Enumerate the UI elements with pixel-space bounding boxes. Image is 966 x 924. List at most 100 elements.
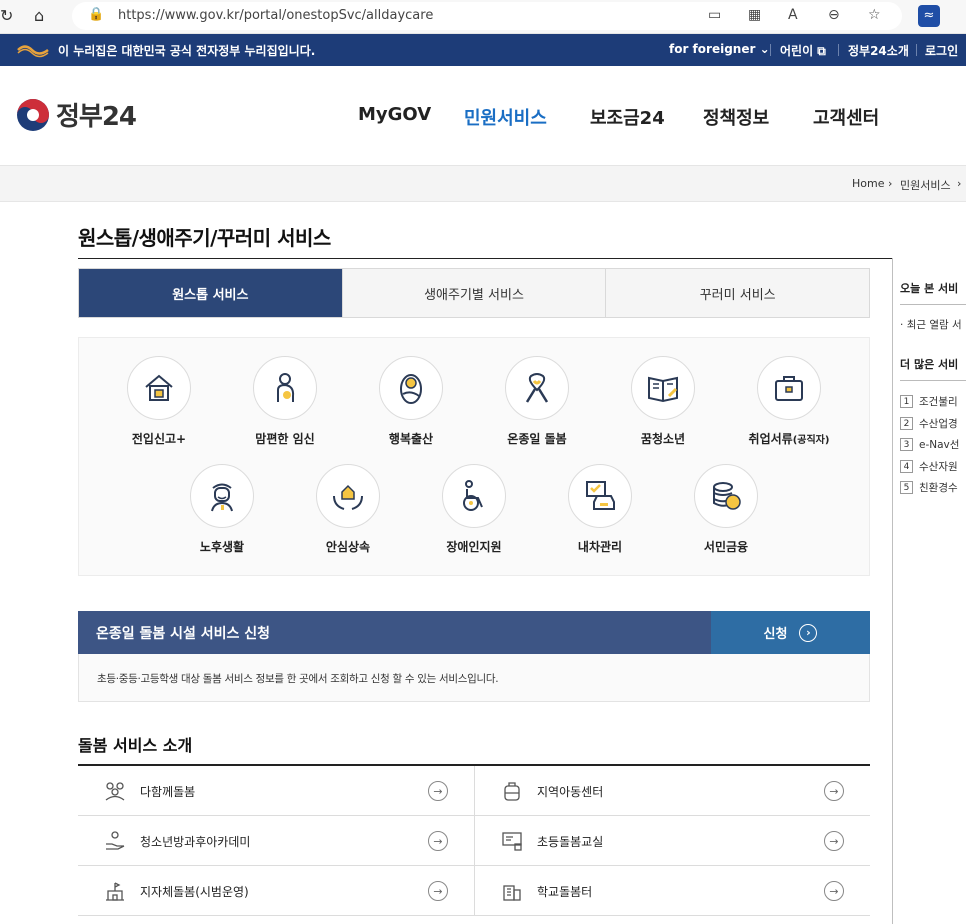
breadcrumb-home[interactable]: Home xyxy=(852,177,884,190)
url-text[interactable]: https://www.gov.kr/portal/onestopSvc/all… xyxy=(118,8,433,23)
recent-viewed-link[interactable]: · 최근 열람 서 xyxy=(900,317,966,332)
arrow-right-icon[interactable]: → xyxy=(824,781,844,801)
list-item-label: 수산업경 xyxy=(919,417,958,430)
favorite-star-icon[interactable]: ☆ xyxy=(868,7,881,23)
refresh-icon[interactable]: ↻ xyxy=(0,6,13,25)
service-move-in-report[interactable]: 전입신고+ xyxy=(99,356,219,447)
taegeuk-icon xyxy=(17,98,49,131)
more-services-title: 더 많은 서비 xyxy=(900,358,959,371)
sidebar-divider xyxy=(892,258,893,924)
rank-badge: 1 xyxy=(900,395,913,409)
service-childbirth[interactable]: 행복출산 xyxy=(351,356,471,447)
kids-label: 어린이 xyxy=(780,44,814,58)
list-item-label: 수산자원 xyxy=(919,460,958,473)
right-sidebar: 오늘 본 서비 · 최근 열람 서 더 많은 서비 1 조건불리 2 수산업경 3e… xyxy=(900,270,966,499)
app-available-icon[interactable]: ▭ xyxy=(708,7,721,23)
hand-icon xyxy=(106,831,125,850)
care-item-local-gov-care[interactable]: 지자체돌봄(시범운영) → xyxy=(78,866,474,916)
lock-icon[interactable]: 🔒 xyxy=(88,7,104,22)
service-pregnancy[interactable]: 맘편한 임신 xyxy=(225,356,345,447)
service-label: 전입신고+ xyxy=(131,432,187,446)
zoom-out-icon[interactable]: ⊖ xyxy=(828,7,840,23)
site-header: 정부24 MyGOV 민원서비스 보조금24 정책정보 고객센터 xyxy=(0,66,966,166)
arrow-right-icon[interactable]: → xyxy=(428,831,448,851)
service-tabs: 원스톱 서비스 생애주기별 서비스 꾸러미 서비스 xyxy=(78,268,870,318)
service-car-management[interactable]: 내차관리 xyxy=(540,464,660,555)
gov-official-banner: 이 누리집은 대한민국 공식 전자정부 누리집입니다. for foreigne… xyxy=(0,34,966,66)
care-item-together[interactable]: 다함께돌봄 → xyxy=(78,766,474,816)
arrow-right-icon[interactable]: → xyxy=(824,881,844,901)
service-disability-support[interactable]: 장애인지원 xyxy=(414,464,534,555)
apply-description-text: 초등·중등·고등학생 대상 돌봄 서비스 정보를 한 곳에서 조회하고 신청 할… xyxy=(97,673,499,685)
address-bar[interactable]: 🔒 https://www.gov.kr/portal/onestopSvc/a… xyxy=(72,2,902,30)
arrow-right-icon[interactable]: → xyxy=(428,781,448,801)
people-icon xyxy=(105,782,125,801)
care-item-label: 다함께돌봄 xyxy=(140,785,196,799)
service-allday-care[interactable]: 온종일 돌봄 xyxy=(477,356,597,447)
nav-mygov[interactable]: MyGOV xyxy=(358,104,431,125)
list-item[interactable]: 5 친환경수 xyxy=(900,477,966,499)
service-retirement[interactable]: 노후생활 xyxy=(162,464,282,555)
nav-civil-service[interactable]: 민원서비스 xyxy=(464,104,547,130)
care-service-list: 다함께돌봄 → 지역아동센터 → 청소년방과후아카데미 → 초등돌봄교실 → 지… xyxy=(78,764,870,916)
service-inheritance[interactable]: 안심상속 xyxy=(288,464,408,555)
service-label: 내차관리 xyxy=(577,540,623,554)
apply-button[interactable]: 신청 › xyxy=(711,611,870,654)
tab-lifecycle[interactable]: 생애주기별 서비스 xyxy=(341,269,606,317)
breadcrumb-separator-icon: › xyxy=(888,177,893,190)
service-youth[interactable]: 꿈청소년 xyxy=(603,356,723,447)
list-item[interactable]: 3 e-Nav선 xyxy=(900,434,966,456)
service-label: 취업서류(공직자) xyxy=(729,430,849,447)
nav-policy-info[interactable]: 정책정보 xyxy=(703,104,769,130)
nav-subsidy24[interactable]: 보조금24 xyxy=(590,104,665,130)
service-employment-docs[interactable]: 취업서류(공직자) xyxy=(729,356,849,447)
tab-onestop[interactable]: 원스톱 서비스 xyxy=(79,269,342,317)
about-link[interactable]: 정부24소개 xyxy=(848,42,909,59)
page-title: 원스톱/생애주기/꾸러미 서비스 xyxy=(78,226,331,250)
service-label: 온종일 돌봄 xyxy=(507,432,567,446)
gov-symbol-icon xyxy=(17,45,49,58)
browser-toolbar: ↻ ⌂ 🔒 https://www.gov.kr/portal/onestopS… xyxy=(0,0,966,34)
book-icon xyxy=(631,356,695,420)
list-item-label: e-Nav선 xyxy=(919,439,960,452)
title-divider xyxy=(78,258,892,259)
care-item-label: 청소년방과후아카데미 xyxy=(140,835,251,849)
care-item-elementary-classroom[interactable]: 초등돌봄교실 → xyxy=(474,816,870,866)
kids-link[interactable]: 어린이 ⧉ xyxy=(780,42,826,59)
onestop-service-grid: 전입신고+ 맘편한 임신 행복출산 온종일 돌봄 꿈청소년 취업서류(공직자) xyxy=(78,337,870,576)
care-item-school-care[interactable]: 학교돌봄터 → xyxy=(474,866,870,916)
login-link[interactable]: 로그인 xyxy=(925,42,958,59)
apps-grid-icon[interactable]: ▦ xyxy=(748,7,761,23)
arrow-right-icon[interactable]: → xyxy=(824,831,844,851)
briefcase-icon xyxy=(757,356,821,420)
arrow-right-icon[interactable]: → xyxy=(428,881,448,901)
list-item-label: 친환경수 xyxy=(919,482,958,495)
apply-description: 초등·중등·고등학생 대상 돌봄 서비스 정보를 한 곳에서 조회하고 신청 할… xyxy=(78,654,870,702)
read-aloud-icon[interactable]: A xyxy=(788,7,798,23)
care-item-label: 초등돌봄교실 xyxy=(537,835,604,849)
care-item-youth-academy[interactable]: 청소년방과후아카데미 → xyxy=(78,816,474,866)
nav-customer-center[interactable]: 고객센터 xyxy=(813,104,879,130)
service-finance[interactable]: 서민금융 xyxy=(666,464,786,555)
care-row: 청소년방과후아카데미 → 초등돌봄교실 → xyxy=(78,816,870,866)
care-item-label: 학교돌봄터 xyxy=(537,885,593,899)
tab-package[interactable]: 꾸러미 서비스 xyxy=(605,269,870,317)
today-viewed-title: 오늘 본 서비 xyxy=(900,282,959,295)
list-item[interactable]: 1 조건불리 xyxy=(900,391,966,413)
extension-icon[interactable]: ≈ xyxy=(918,5,940,27)
brand-logo[interactable]: 정부24 xyxy=(16,96,137,133)
rank-badge: 3 xyxy=(900,438,913,452)
care-row: 지자체돌봄(시범운영) → 학교돌봄터 → xyxy=(78,866,870,916)
house-icon xyxy=(127,356,191,420)
for-foreigner-link[interactable]: for foreigner ⌄ xyxy=(669,42,770,56)
list-item[interactable]: 4 수산자원 xyxy=(900,456,966,478)
apply-title: 온종일 돌봄 시설 서비스 신청 xyxy=(96,626,271,642)
rank-badge: 5 xyxy=(900,481,913,495)
breadcrumb-civil-service[interactable]: 민원서비스 xyxy=(900,177,951,193)
apply-button-label: 신청 xyxy=(763,627,788,642)
care-item-local-child-center[interactable]: 지역아동센터 → xyxy=(474,766,870,816)
service-label: 맘편한 임신 xyxy=(255,432,315,446)
elder-icon xyxy=(190,464,254,528)
list-item[interactable]: 2 수산업경 xyxy=(900,413,966,435)
home-icon[interactable]: ⌂ xyxy=(34,6,44,25)
